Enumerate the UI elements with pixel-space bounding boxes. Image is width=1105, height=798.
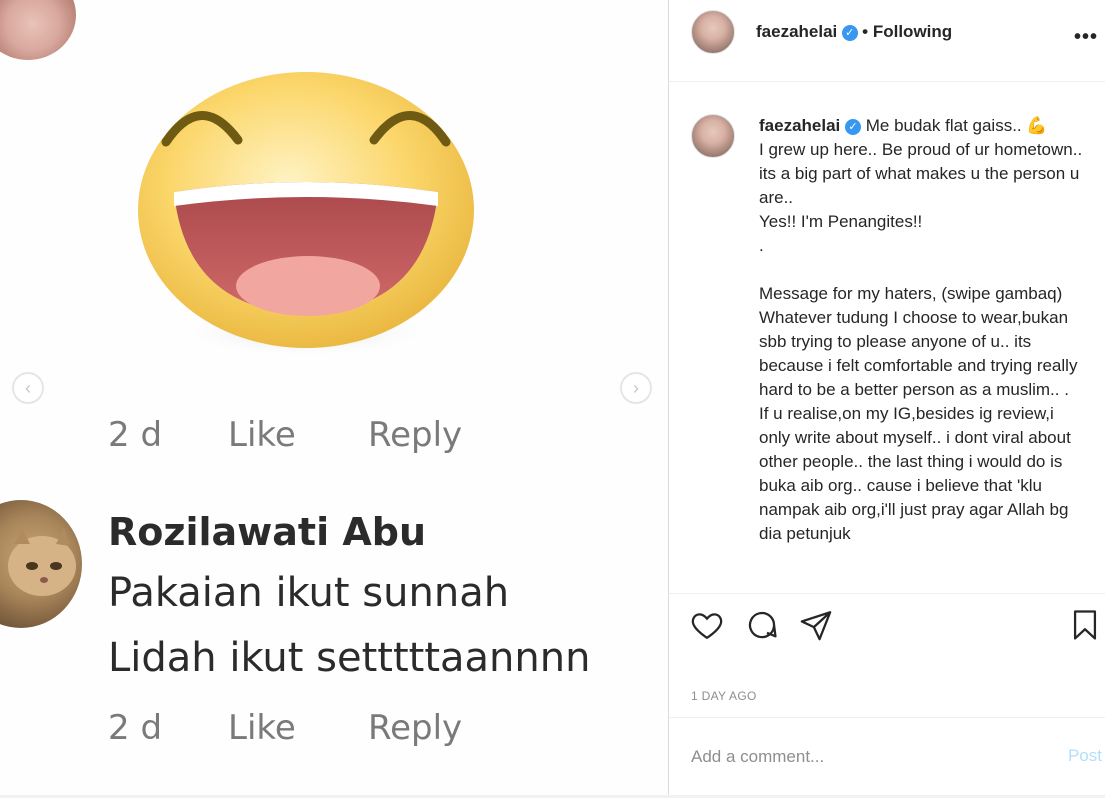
post-side-panel: faezahelai ✓ • Following ••• faezahelai … xyxy=(668,0,1105,795)
comment-input[interactable] xyxy=(691,744,1021,770)
post-header: faezahelai ✓ • Following ••• xyxy=(669,0,1105,82)
caption-author-avatar[interactable] xyxy=(691,114,735,158)
author-username[interactable]: faezahelai xyxy=(756,22,837,41)
author-avatar[interactable] xyxy=(691,10,735,54)
commenter-avatar-cat xyxy=(0,500,82,628)
chevron-right-icon: › xyxy=(633,378,639,398)
bookmark-icon[interactable] xyxy=(1068,608,1102,642)
commenter-avatar-partial xyxy=(0,0,76,60)
verified-badge-icon: ✓ xyxy=(841,24,858,41)
comment-2-like: Like xyxy=(228,708,296,748)
next-slide-button[interactable]: › xyxy=(620,372,652,404)
caption-text: faezahelai ✓ Me budak flat gaiss.. 💪 I gr… xyxy=(759,114,1089,546)
heart-icon[interactable] xyxy=(690,608,724,642)
comment-1-like: Like xyxy=(228,415,296,455)
caption-verified-badge-icon: ✓ xyxy=(845,118,861,135)
caption-area[interactable]: faezahelai ✓ Me budak flat gaiss.. 💪 I gr… xyxy=(669,100,1105,586)
comment-1-time: 2 d xyxy=(108,415,163,455)
flexed-biceps-icon: 💪 xyxy=(1026,116,1048,135)
following-button[interactable]: • Following xyxy=(862,22,952,41)
header-author-row: faezahelai ✓ • Following xyxy=(756,22,952,42)
caption-first-line: Me budak flat gaiss.. xyxy=(865,116,1022,135)
laughing-emoji xyxy=(126,70,486,370)
comment-composer: Post xyxy=(669,717,1105,795)
comment-icon[interactable] xyxy=(745,608,779,642)
caption-body: I grew up here.. Be proud of ur hometown… xyxy=(759,140,1083,543)
comment-2-reply: Reply xyxy=(368,708,463,748)
comment-2-line-2: Lidah ikut setttttaannnn xyxy=(108,635,591,681)
comment-2-author: Rozilawati Abu xyxy=(108,510,427,554)
previous-slide-button[interactable]: ‹ xyxy=(12,372,44,404)
comment-1-reply: Reply xyxy=(368,415,463,455)
post-comment-button[interactable]: Post xyxy=(1068,746,1102,766)
more-horizontal-icon[interactable]: ••• xyxy=(1074,26,1098,49)
comment-2-time: 2 d xyxy=(108,708,163,748)
caption-username[interactable]: faezahelai xyxy=(759,116,840,135)
chevron-left-icon: ‹ xyxy=(25,378,31,398)
post-media: ‹ › 2 d Like Reply Rozilawati Abu Pakaia… xyxy=(0,0,668,795)
post-timestamp[interactable]: 1 DAY AGO xyxy=(691,689,757,703)
comment-2-line-1: Pakaian ikut sunnah xyxy=(108,570,510,616)
share-icon[interactable] xyxy=(799,608,833,642)
post-actions: 1 DAY AGO xyxy=(669,593,1105,713)
